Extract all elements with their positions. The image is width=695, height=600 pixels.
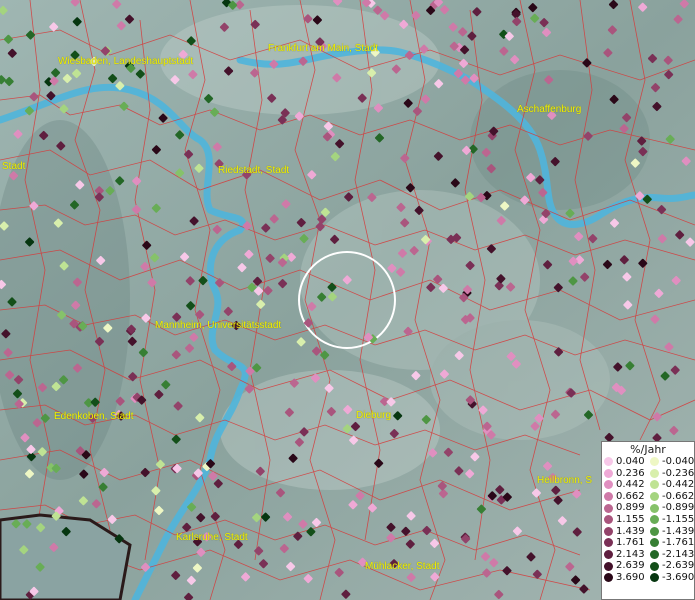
city-label-mannheim: Mannheim, Universitätsstadt xyxy=(155,320,282,331)
legend-swatch xyxy=(650,457,659,467)
legend-rows: 0.040 -0.040 0.236 -0.236 0.442 -0.442 0.662 -0… xyxy=(602,456,694,584)
legend-entry-neg: -2.639 xyxy=(650,560,695,572)
legend-value: 1.439 xyxy=(616,525,645,537)
legend-swatch xyxy=(604,561,613,571)
legend-value: 0.662 xyxy=(616,490,645,502)
city-label-riedstadt: Riedstadt, Stadt xyxy=(218,165,290,176)
legend-entry-pos: 1.439 xyxy=(604,526,650,538)
legend-entry-pos: 1.761 xyxy=(604,537,650,549)
legend-swatch xyxy=(604,492,613,502)
legend-value: -1.155 xyxy=(662,513,695,525)
legend-entry-neg: -2.143 xyxy=(650,549,695,561)
legend-entry-pos: 1.155 xyxy=(604,514,650,526)
legend-swatch xyxy=(650,480,659,490)
legend-swatch xyxy=(604,457,613,467)
legend-swatch xyxy=(604,550,613,560)
city-label-dieburg: Dieburg xyxy=(356,410,392,421)
legend-entry-pos: 0.899 xyxy=(604,502,650,514)
legend-swatch xyxy=(650,526,659,536)
legend-value: 1.155 xyxy=(616,513,645,525)
legend-swatch xyxy=(604,480,613,490)
legend-value: 2.639 xyxy=(616,560,645,572)
city-label-edenkoben: Edenkoben, Stadt xyxy=(54,411,134,422)
legend-title: %/Jahr xyxy=(630,443,666,456)
legend-entry-neg: -0.899 xyxy=(650,502,695,514)
legend-entry-neg: -0.662 xyxy=(650,491,695,503)
legend-entry-neg: -0.040 xyxy=(650,456,695,468)
legend-entry-neg: -0.236 xyxy=(650,468,695,480)
legend-entry-pos: 3.690 xyxy=(604,572,650,584)
legend-entry-neg: -0.442 xyxy=(650,479,695,491)
legend-value: 1.761 xyxy=(616,537,645,549)
legend-entry-pos: 0.040 xyxy=(604,456,650,468)
legend-value: 0.236 xyxy=(616,467,645,479)
legend-value: -0.662 xyxy=(662,490,695,502)
legend-entry-pos: 2.639 xyxy=(604,560,650,572)
legend-value: 0.442 xyxy=(616,479,645,491)
map-view[interactable]: Wiesbaden, Landeshauptstadt Frankfurt am… xyxy=(0,0,695,600)
city-label-karlsruhe: Karlsruhe, Stadt xyxy=(176,532,248,543)
city-label-muehlacker: Mühlacker, Stadt xyxy=(365,561,440,572)
city-label-frankfurt: Frankfurt am Main, Stadt xyxy=(268,43,379,54)
legend-value: -2.639 xyxy=(662,560,695,572)
legend-entry-neg: -3.690 xyxy=(650,572,695,584)
legend-entry-pos: 2.143 xyxy=(604,549,650,561)
map-base xyxy=(0,0,695,600)
legend-value: -0.040 xyxy=(662,456,695,467)
legend-entry-neg: -1.439 xyxy=(650,526,695,538)
legend-swatch xyxy=(604,538,613,548)
city-label-wiesbaden: Wiesbaden, Landeshauptstadt xyxy=(58,56,194,67)
legend-swatch xyxy=(604,515,613,525)
legend-value: 0.899 xyxy=(616,502,645,514)
legend-value: 2.143 xyxy=(616,548,645,560)
legend-swatch xyxy=(650,550,659,560)
legend-value: 0.040 xyxy=(616,456,645,467)
legend-entry-pos: 0.662 xyxy=(604,491,650,503)
legend-swatch xyxy=(650,561,659,571)
legend-value: -0.236 xyxy=(662,467,695,479)
legend-value: -0.442 xyxy=(662,479,695,491)
legend-swatch xyxy=(650,573,659,583)
legend-value: -0.899 xyxy=(662,502,695,514)
legend-entry-pos: 0.236 xyxy=(604,468,650,480)
legend-entry-pos: 0.442 xyxy=(604,479,650,491)
legend-swatch xyxy=(650,492,659,502)
legend-swatch xyxy=(650,503,659,513)
legend-swatch xyxy=(650,515,659,525)
city-label-aschaffenburg: Aschaffenburg xyxy=(517,104,582,115)
legend-value: -1.761 xyxy=(662,537,695,549)
legend-swatch xyxy=(650,468,659,478)
legend-value: 3.690 xyxy=(616,571,645,583)
city-label-heilbronn: Heilbronn, S xyxy=(537,475,593,486)
legend-value: -2.143 xyxy=(662,548,695,560)
legend-swatch xyxy=(650,538,659,548)
legend-value: -3.690 xyxy=(662,571,695,583)
city-label-stadt: Stadt xyxy=(2,161,26,172)
legend-swatch xyxy=(604,503,613,513)
legend-swatch xyxy=(604,573,613,583)
legend-entry-neg: -1.761 xyxy=(650,537,695,549)
legend-swatch xyxy=(604,468,613,478)
legend-swatch xyxy=(604,526,613,536)
legend-entry-neg: -1.155 xyxy=(650,514,695,526)
legend: %/Jahr 0.040 -0.040 0.236 -0.236 0.442 -0.442… xyxy=(601,441,695,600)
legend-value: -1.439 xyxy=(662,525,695,537)
